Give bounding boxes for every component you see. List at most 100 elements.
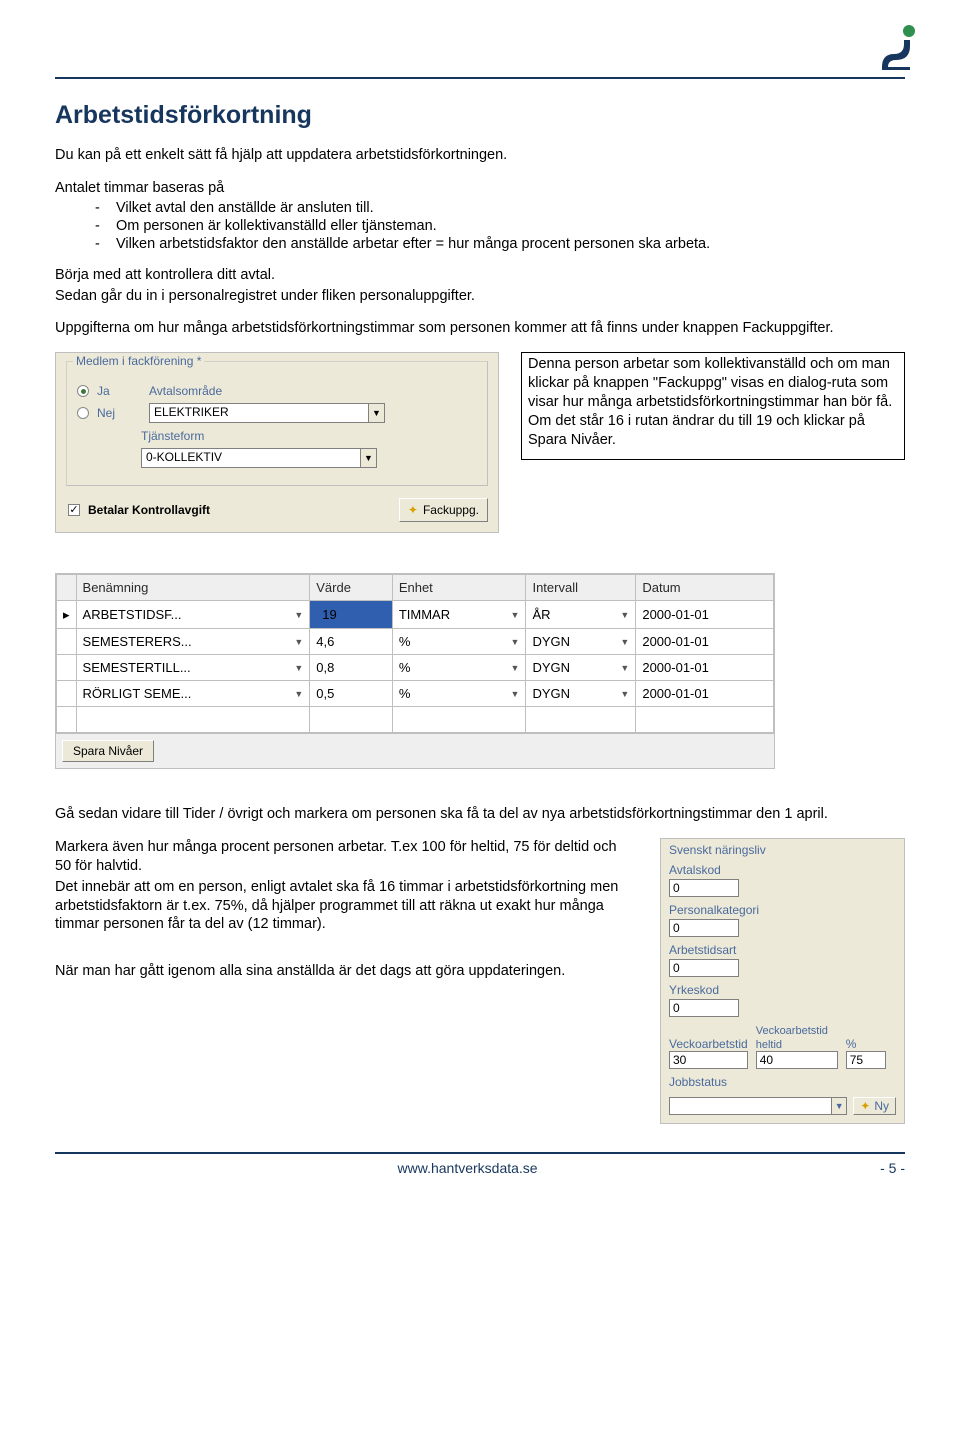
cell-datum[interactable]: 2000-01-01	[636, 629, 774, 655]
sv-legend: Svenskt näringsliv	[669, 843, 896, 857]
intro-p2: Antalet timmar baseras på	[55, 179, 905, 198]
arbetstidsart-label: Arbetstidsart	[669, 943, 896, 957]
kontrollavgift-label: Betalar Kontrollavgift	[88, 503, 210, 517]
cell-enhet: %	[399, 686, 411, 701]
bullet-1: - Vilket avtal den anställde är ansluten…	[95, 200, 905, 216]
cell-benamning: RÖRLIGT SEME...	[83, 686, 192, 701]
cell-enhet: TIMMAR	[399, 607, 450, 622]
radio-nej[interactable]	[77, 407, 89, 419]
union-panel: Medlem i fackförening * Ja Avtalsområde …	[55, 352, 499, 533]
chevron-down-icon[interactable]: ▼	[831, 1097, 847, 1115]
cell-varde[interactable]: 0,5	[310, 681, 393, 707]
cell-benamning: SEMESTERTILL...	[83, 660, 191, 675]
yrkeskod-input[interactable]: 0	[669, 999, 739, 1017]
kontrollavgift-checkbox[interactable]: ✓	[68, 504, 80, 516]
cell-intervall: DYGN	[532, 634, 570, 649]
cell-intervall: DYGN	[532, 660, 570, 675]
chevron-down-icon[interactable]: ▼	[294, 663, 303, 673]
jobbstatus-value	[669, 1097, 831, 1115]
col-varde[interactable]: Värde	[310, 575, 393, 601]
jobbstatus-label: Jobbstatus	[669, 1075, 896, 1089]
chevron-down-icon[interactable]: ▼	[511, 663, 520, 673]
row-indicator: ▸	[57, 601, 77, 629]
table-row[interactable]: RÖRLIGT SEME... ▼ 0,5 % ▼ DYGN ▼ 2000-01-01	[57, 681, 774, 707]
ny-label: Ny	[874, 1099, 889, 1113]
tjansteform-value: 0-KOLLEKTIV	[141, 448, 361, 468]
chevron-down-icon[interactable]: ▼	[294, 637, 303, 647]
bullet-3: - Vilken arbetstidsfaktor den anställde …	[95, 236, 905, 252]
callout-box: Denna person arbetar som kollektivanstäl…	[521, 352, 905, 460]
table-row[interactable]: SEMESTERERS... ▼ 4,6 % ▼ DYGN ▼ 2000-01-01	[57, 629, 774, 655]
union-groupbox: Medlem i fackförening * Ja Avtalsområde …	[66, 361, 488, 486]
logo	[882, 24, 918, 70]
pct-input[interactable]: 75	[846, 1051, 886, 1069]
cell-enhet: %	[399, 660, 411, 675]
fackuppg-label: Fackuppg.	[423, 503, 479, 517]
chevron-down-icon[interactable]: ▼	[620, 689, 629, 699]
tjansteform-select[interactable]: 0-KOLLEKTIV ▼	[141, 448, 377, 468]
page-title: Arbetstidsförkortning	[55, 101, 905, 130]
col-enhet[interactable]: Enhet	[392, 575, 526, 601]
pct-label: %	[846, 1037, 857, 1051]
intro-p1: Du kan på ett enkelt sätt få hjälp att u…	[55, 146, 905, 165]
yrkeskod-label: Yrkeskod	[669, 983, 896, 997]
ny-button[interactable]: ✦ Ny	[853, 1097, 896, 1115]
tjansteform-label: Tjänsteform	[141, 429, 227, 443]
personalkategori-input[interactable]: 0	[669, 919, 739, 937]
personalkategori-label: Personalkategori	[669, 903, 896, 917]
chevron-down-icon[interactable]: ▼	[511, 689, 520, 699]
veckoarbetstid-label: Veckoarbetstid	[669, 1037, 748, 1051]
chevron-down-icon[interactable]: ▼	[294, 610, 303, 620]
union-legend: Medlem i fackförening *	[73, 354, 204, 368]
rule-bottom	[55, 1152, 905, 1154]
radio-nej-label: Nej	[97, 406, 141, 420]
callout-l2: Om det står 16 i rutan ändrar du till 19…	[528, 413, 865, 448]
veckoarbetstid-input[interactable]: 30	[669, 1051, 748, 1069]
nivaer-grid: Benämning Värde Enhet Intervall Datum ▸ …	[55, 573, 775, 769]
cell-varde[interactable]: 19	[316, 604, 386, 625]
jobbstatus-select[interactable]: ▼	[669, 1097, 847, 1115]
avtalskod-input[interactable]: 0	[669, 879, 739, 897]
cell-enhet: %	[399, 634, 411, 649]
fackuppg-button[interactable]: ✦ Fackuppg.	[399, 498, 488, 522]
chevron-down-icon[interactable]: ▼	[620, 663, 629, 673]
cell-datum[interactable]: 2000-01-01	[636, 601, 774, 629]
avtalsomrade-select[interactable]: ELEKTRIKER ▼	[149, 403, 385, 423]
cell-varde[interactable]: 0,8	[310, 655, 393, 681]
callout-l1: Denna person arbetar som kollektivanstäl…	[528, 356, 892, 410]
cell-datum[interactable]: 2000-01-01	[636, 655, 774, 681]
veckoheltid-label: Veckoarbetstid heltid	[756, 1025, 828, 1051]
cell-benamning: SEMESTERERS...	[83, 634, 192, 649]
after-p1: Gå sedan vidare till Tider / övrigt och …	[55, 805, 905, 824]
table-row[interactable]: SEMESTERTILL... ▼ 0,8 % ▼ DYGN ▼ 2000-01-01	[57, 655, 774, 681]
intro-p3: Börja med att kontrollera ditt avtal.	[55, 266, 905, 285]
chevron-down-icon[interactable]: ▼	[620, 637, 629, 647]
col-benamning[interactable]: Benämning	[76, 575, 310, 601]
chevron-down-icon[interactable]: ▼	[511, 637, 520, 647]
cell-benamning: ARBETSTIDSF...	[83, 607, 182, 622]
chevron-down-icon[interactable]: ▼	[511, 610, 520, 620]
bullet-2: - Om personen är kollektivanställd eller…	[95, 218, 905, 234]
cell-intervall: ÅR	[532, 607, 550, 622]
footer-url[interactable]: www.hantverksdata.se	[398, 1160, 538, 1176]
arbetstidsart-input[interactable]: 0	[669, 959, 739, 977]
col-intervall[interactable]: Intervall	[526, 575, 636, 601]
intro-bullets: - Vilket avtal den anställde är ansluten…	[95, 200, 905, 252]
footer-page: - 5 -	[880, 1160, 905, 1176]
after-p4: När man har gått igenom alla sina anstäl…	[55, 962, 634, 981]
radio-ja[interactable]	[77, 385, 89, 397]
cell-datum[interactable]: 2000-01-01	[636, 681, 774, 707]
veckoheltid-input[interactable]: 40	[756, 1051, 838, 1069]
chevron-down-icon[interactable]: ▼	[361, 448, 377, 468]
radio-ja-label: Ja	[97, 384, 141, 398]
chevron-down-icon[interactable]: ▼	[294, 689, 303, 699]
spara-nivaer-button[interactable]: Spara Nivåer	[62, 740, 154, 762]
intro-p4: Sedan går du in i personalregistret unde…	[55, 287, 905, 306]
chevron-down-icon[interactable]: ▼	[369, 403, 385, 423]
rule-top	[55, 77, 905, 79]
cell-varde[interactable]: 4,6	[310, 629, 393, 655]
cell-intervall: DYGN	[532, 686, 570, 701]
col-datum[interactable]: Datum	[636, 575, 774, 601]
table-row[interactable]: ▸ ARBETSTIDSF... ▼ 19 TIMMAR ▼ ÅR ▼ 2000-01…	[57, 601, 774, 629]
chevron-down-icon[interactable]: ▼	[620, 610, 629, 620]
